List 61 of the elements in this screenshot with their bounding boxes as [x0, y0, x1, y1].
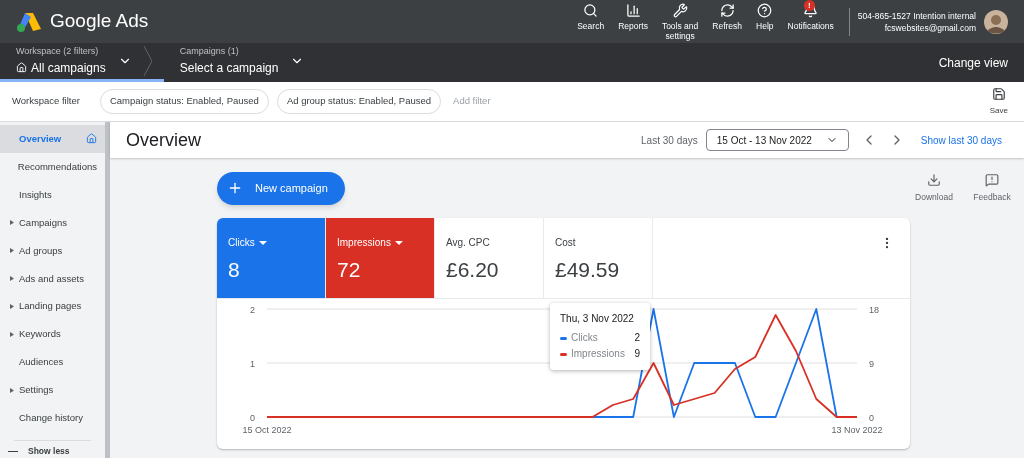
sidebar-item[interactable]: Audiences [0, 348, 105, 377]
metric-tile[interactable]: Clicks 8 [217, 218, 326, 298]
product-name: Google Ads [50, 9, 149, 34]
reports-icon [625, 3, 641, 18]
sidebar-item[interactable]: Insights [0, 180, 105, 209]
feedback-icon [985, 172, 999, 187]
toolbar-button[interactable]: Search [570, 0, 612, 31]
change-view-button[interactable]: Change view [922, 43, 1024, 82]
new-campaign-button[interactable]: New campaign [217, 171, 345, 205]
axis-label: 1 [250, 359, 255, 369]
axis-label: 13 Nov 2022 [831, 425, 883, 435]
axis-label: 0 [250, 413, 255, 423]
search-icon [583, 3, 599, 18]
tools-icon [672, 3, 688, 18]
toolbar-button[interactable]: Refresh [705, 0, 750, 31]
sidebar-item[interactable]: Recommendations [0, 152, 105, 181]
refresh-icon [719, 3, 735, 18]
sidebar-item[interactable]: Ad groups [0, 236, 105, 265]
tooltip-value: 9 [634, 347, 640, 361]
tooltip-value: 2 [634, 331, 640, 345]
toolbar-button[interactable]: Tools and settings [654, 0, 706, 41]
range-label: Last 30 days [641, 133, 698, 148]
minus-icon [8, 450, 18, 453]
show-last-link[interactable]: Show last 30 days [920, 132, 1002, 148]
filter-label: Workspace filter [12, 94, 80, 109]
page-title: Overview [126, 128, 201, 152]
avatar-icon[interactable] [984, 9, 1008, 34]
account-email: fcswebsites@gmail.com [884, 21, 976, 34]
sidebar-item[interactable]: Settings [0, 376, 105, 405]
home-icon [86, 133, 97, 145]
axis-label: 9 [869, 359, 874, 369]
save-icon [991, 86, 1006, 101]
tooltip-series: Clicks [571, 331, 599, 345]
account-name: 504-865-1527 Intention internal [857, 9, 976, 22]
logo-icon [16, 10, 42, 33]
download-icon [927, 172, 941, 187]
save-button[interactable]: Save [989, 86, 1008, 117]
metric-tile[interactable]: Impressions 72 [326, 218, 435, 298]
help-icon [757, 3, 773, 18]
tooltip-title: Thu, 3 Nov 2022 [560, 312, 635, 326]
tooltip-series: Impressions [571, 347, 626, 361]
date-range-dropdown[interactable]: 15 Oct - 13 Nov 2022 [705, 129, 849, 151]
breadcrumb-selector[interactable]: Campaigns (1) Select a campaign [163, 43, 317, 82]
sidebar-item[interactable]: Keywords [0, 320, 105, 349]
axis-label: 0 [869, 413, 874, 423]
sidebar-item[interactable]: Ads and assets [0, 264, 105, 293]
metric-tile[interactable]: Avg. CPC £6.20 [435, 218, 544, 298]
metric-tile[interactable]: Cost £49.59 [544, 218, 653, 298]
toolbar-button[interactable]: Help [749, 0, 781, 31]
show-less-button[interactable]: Show less [0, 441, 105, 458]
toolbar-button[interactable]: Reports [611, 0, 655, 31]
toolbar-button[interactable]: Notifications ! [780, 0, 841, 31]
plus-icon [227, 180, 243, 196]
chevron-icon [143, 46, 152, 76]
axis-label: 2 [250, 305, 255, 315]
notification-badge: ! [803, 0, 815, 11]
sidebar-item[interactable]: Change history [0, 404, 105, 433]
axis-label: 18 [869, 305, 879, 315]
axis-label: 15 Oct 2022 [242, 425, 292, 435]
sidebar-item[interactable]: Landing pages [0, 292, 105, 321]
sidebar-item[interactable]: Campaigns [0, 208, 105, 237]
